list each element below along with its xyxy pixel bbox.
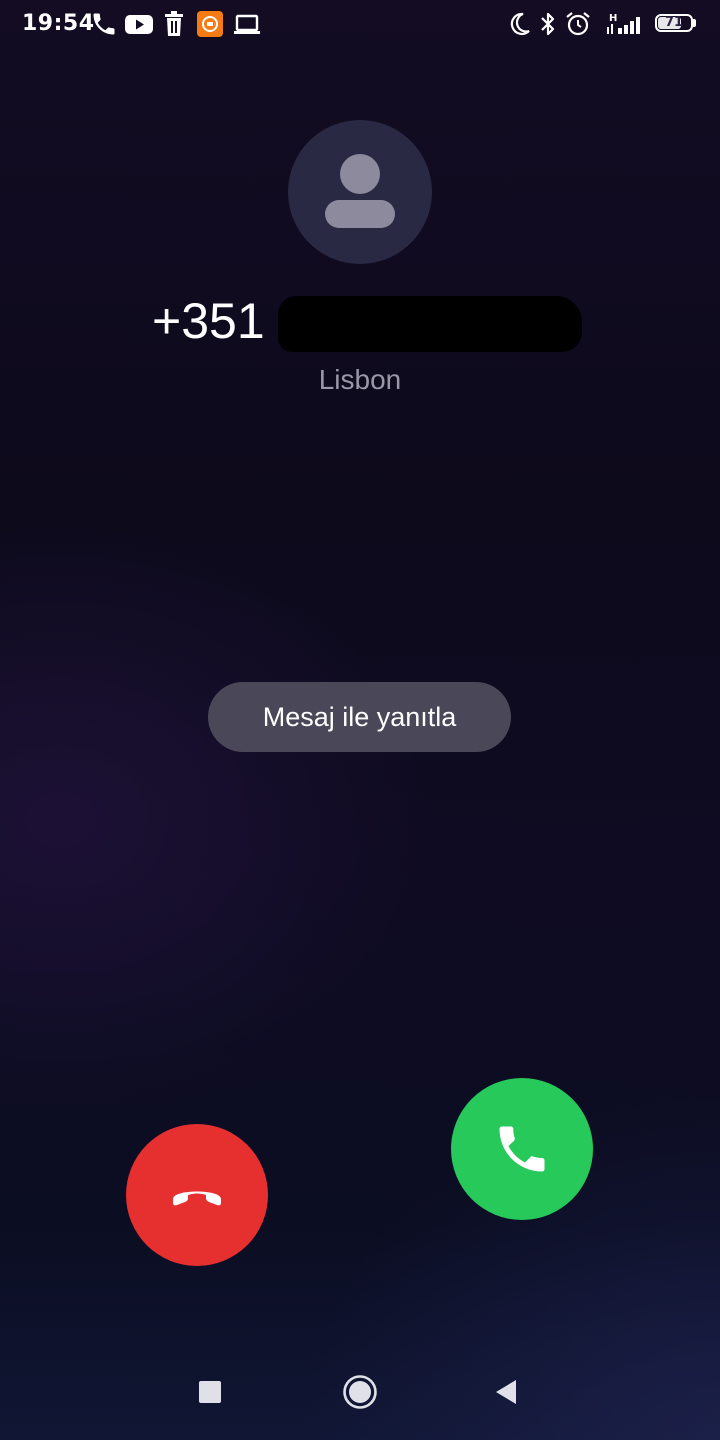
network-type: H xyxy=(609,13,617,24)
phone-icon xyxy=(90,10,118,38)
person-icon xyxy=(340,154,380,194)
signal-icon: H xyxy=(604,10,646,38)
battery-tip xyxy=(693,19,696,27)
home-circle-icon[interactable] xyxy=(342,1374,378,1410)
mi-app-icon xyxy=(196,10,224,38)
battery-level: 71 xyxy=(664,15,684,30)
battery-icon: 71 xyxy=(655,14,697,34)
moon-icon xyxy=(507,10,533,38)
phone-answer-icon xyxy=(492,1119,552,1179)
status-time: 19:54 xyxy=(22,11,95,36)
caller-number: +351 xyxy=(152,293,265,349)
person-icon-body xyxy=(325,200,395,228)
recents-square-icon[interactable] xyxy=(199,1381,221,1403)
back-triangle-icon[interactable] xyxy=(494,1378,518,1406)
caller-location: Lisbon xyxy=(318,364,402,395)
laptop-icon xyxy=(233,10,261,38)
redacted-number xyxy=(278,296,582,352)
caller-number-row: +351 xyxy=(0,292,720,356)
status-bar: 19:54 H 71 xyxy=(0,0,720,50)
navigation-bar xyxy=(0,1350,720,1440)
youtube-icon xyxy=(124,10,154,38)
trash-icon xyxy=(162,10,186,38)
bluetooth-icon xyxy=(537,10,559,38)
alarm-icon xyxy=(564,10,592,38)
decline-call-button[interactable] xyxy=(126,1124,268,1266)
phone-hangup-icon xyxy=(167,1165,227,1225)
answer-call-button[interactable] xyxy=(451,1078,593,1220)
reply-with-message-button[interactable]: Mesaj ile yanıtla xyxy=(208,682,511,752)
caller-avatar xyxy=(288,120,432,264)
